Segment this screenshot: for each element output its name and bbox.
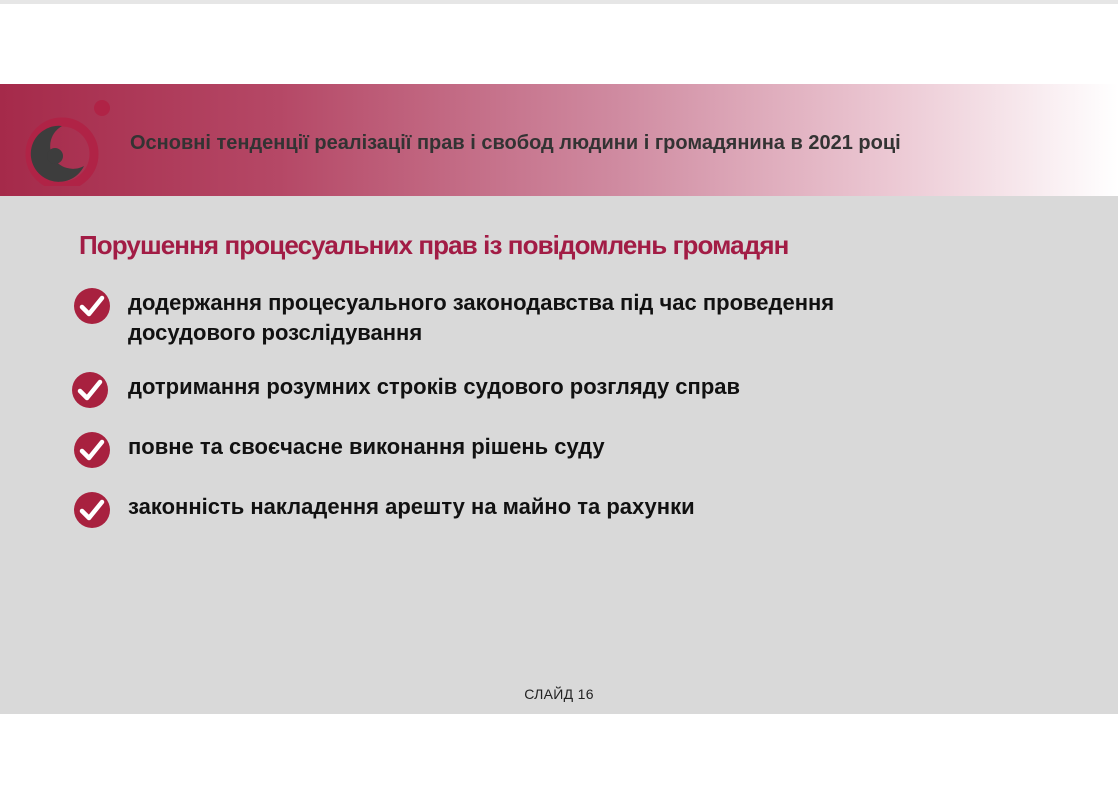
bullet-text-line: додержання процесуального законодавства … <box>128 290 835 315</box>
checkmark-circle-icon <box>72 372 108 408</box>
slide-number: СЛАЙД 16 <box>524 686 594 702</box>
bullet-text: повне та своєчасне виконання рішень суду <box>128 432 988 462</box>
checkmark-circle-icon <box>74 288 110 324</box>
header-title: Основні тенденції реалізації прав і своб… <box>130 132 901 154</box>
bullet-text: додержання процесуального законодавства … <box>128 288 988 348</box>
header-band: Основні тенденції реалізації прав і своб… <box>0 84 1118 196</box>
slide: Основні тенденції реалізації прав і своб… <box>0 84 1118 714</box>
top-border <box>0 0 1118 4</box>
ombudsman-logo-icon <box>25 100 110 186</box>
bullet-text: законність накладення арешту на майно та… <box>128 492 988 522</box>
checkmark-circle-icon <box>74 432 110 468</box>
section-title: Порушення процесуальних прав із повідомл… <box>79 230 789 260</box>
bullet-text-line: повне та своєчасне виконання рішень суду <box>128 434 605 459</box>
bullet-text-line: законність накладення арешту на майно та… <box>128 494 695 519</box>
bullet-text-line: дотримання розумних строків судового роз… <box>128 374 741 399</box>
bullet-text: дотримання розумних строків судового роз… <box>128 372 988 402</box>
bullet-text-line: досудового розслідування <box>128 320 423 345</box>
checkmark-circle-icon <box>74 492 110 528</box>
